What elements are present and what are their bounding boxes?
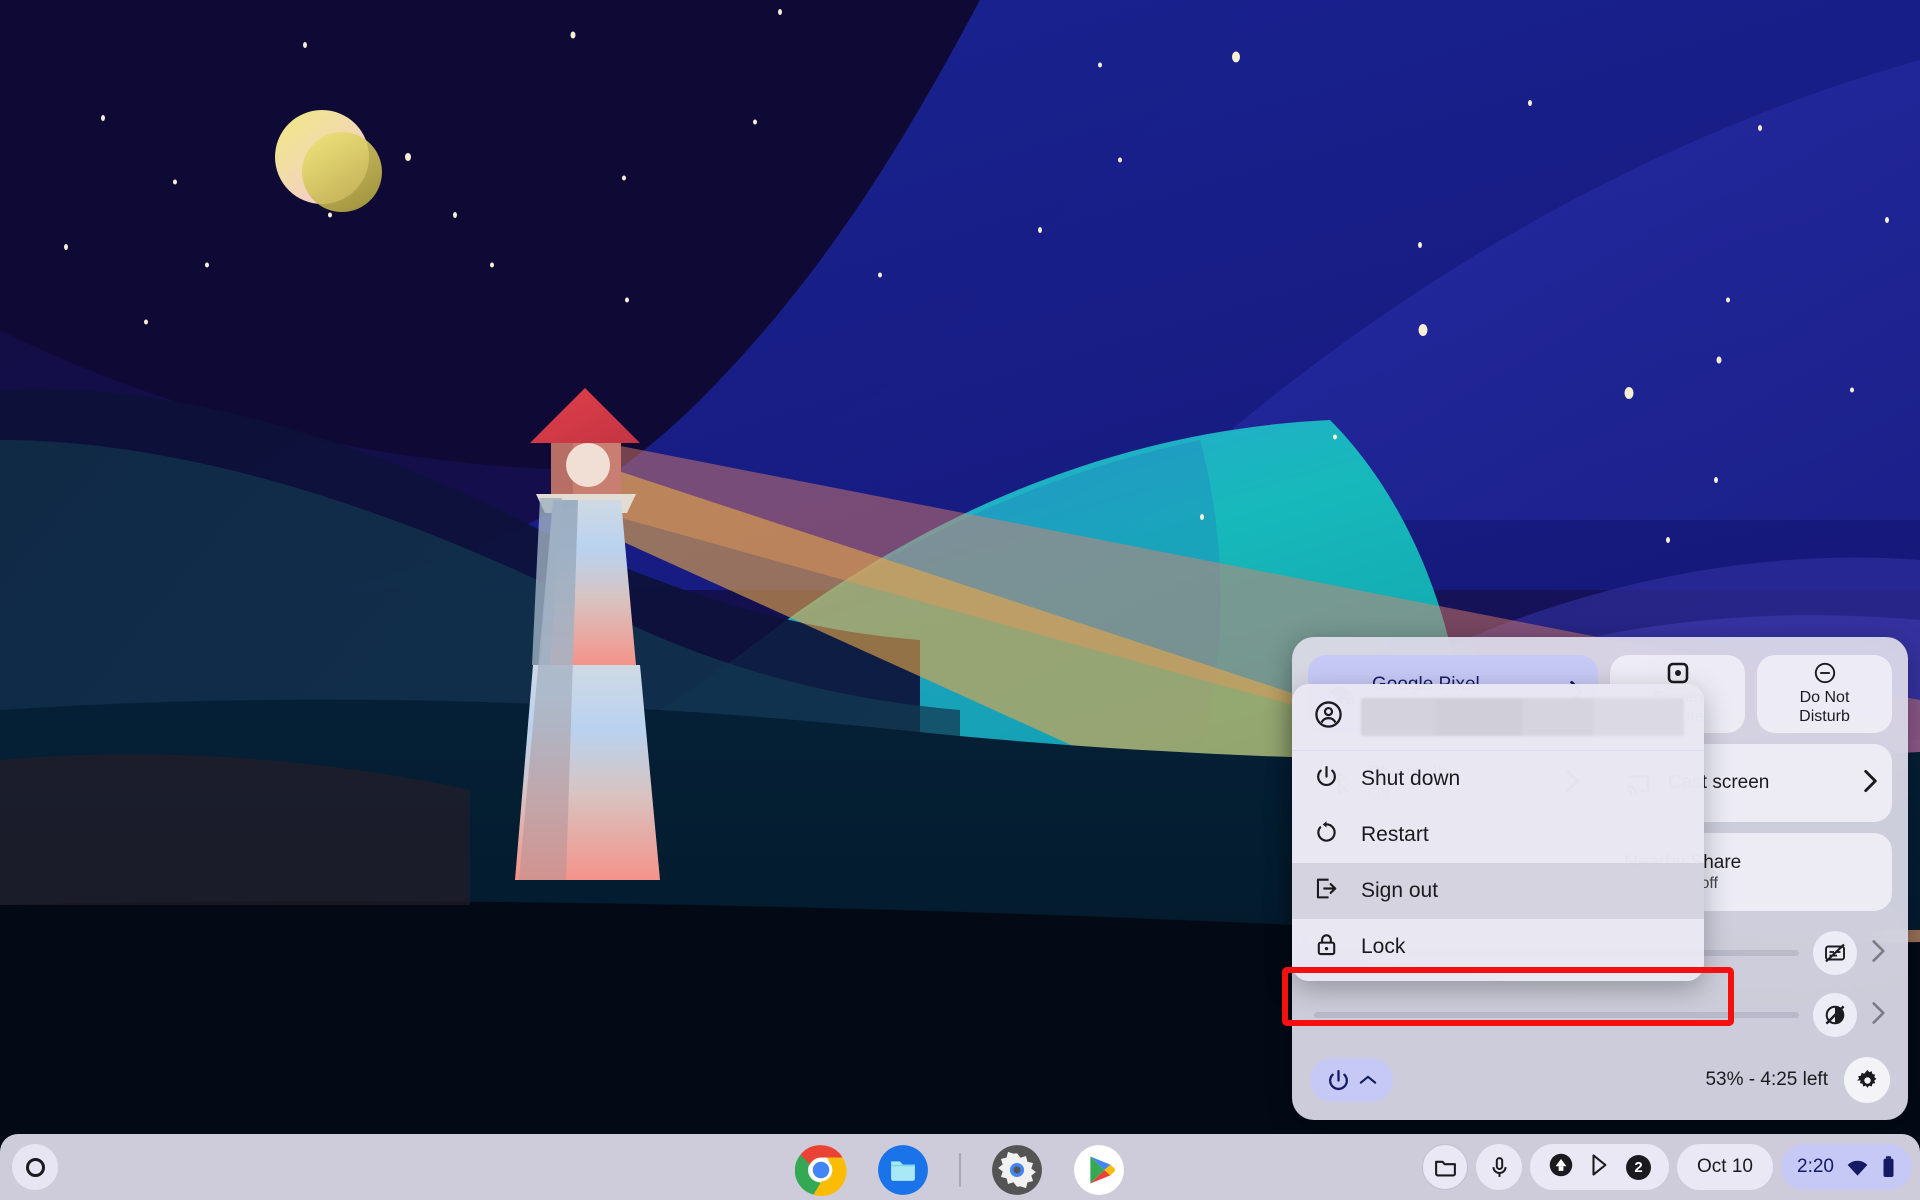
chevron-right-icon[interactable] xyxy=(1871,939,1886,968)
dnd-label-1: Do Not xyxy=(1799,689,1850,707)
power-menu[interactable]: Shut down Restart Sign out Lock xyxy=(1292,684,1704,981)
power-menu-button[interactable] xyxy=(1310,1058,1393,1102)
do-not-disturb-label: Do Not Disturb xyxy=(1799,689,1850,727)
dnd-label-2: Disturb xyxy=(1799,708,1850,725)
shelf-app-settings[interactable] xyxy=(991,1144,1043,1196)
shelf-app-strip xyxy=(794,1144,1125,1197)
shelf-app-chrome[interactable] xyxy=(794,1144,847,1197)
date-label: Oct 10 xyxy=(1697,1156,1754,1177)
shelf-divider xyxy=(959,1153,961,1187)
power-menu-label: Shut down xyxy=(1361,767,1461,790)
status-tray-button[interactable]: 2:20 xyxy=(1781,1144,1912,1190)
power-menu-user-row[interactable] xyxy=(1292,684,1704,750)
files-tray-button[interactable] xyxy=(1422,1144,1469,1190)
shelf-status-area: 2 Oct 10 2:20 xyxy=(1422,1144,1912,1190)
settings-gear-icon xyxy=(992,1145,1042,1195)
microphone-icon xyxy=(1492,1156,1507,1177)
power-menu-item-restart[interactable]: Restart xyxy=(1292,807,1704,863)
notification-tray[interactable]: 2 xyxy=(1530,1144,1670,1190)
screen-capture-icon xyxy=(1666,661,1690,685)
launcher-button[interactable] xyxy=(12,1144,58,1190)
chevron-right-icon[interactable] xyxy=(1871,1001,1886,1030)
dictation-button[interactable] xyxy=(1476,1144,1523,1190)
qs-footer: 53% - 4:25 left xyxy=(1308,1054,1892,1106)
shelf-app-play-store[interactable] xyxy=(1073,1144,1125,1196)
power-menu-label: Lock xyxy=(1361,935,1406,958)
user-name-redacted xyxy=(1361,698,1684,736)
shelf-app-files[interactable] xyxy=(877,1144,929,1196)
power-menu-item-shut-down[interactable]: Shut down xyxy=(1292,751,1704,807)
battery-icon xyxy=(1883,1156,1894,1177)
sign-out-icon xyxy=(1314,876,1339,907)
battery-status-text: 53% - 4:25 left xyxy=(1705,1069,1828,1090)
date-button[interactable]: Oct 10 xyxy=(1677,1144,1774,1190)
do-not-disturb-tile[interactable]: Do Not Disturb xyxy=(1757,655,1892,733)
chevron-right-icon[interactable] xyxy=(1863,769,1878,798)
night-light-slider-row[interactable] xyxy=(1308,984,1892,1046)
play-store-icon xyxy=(1074,1145,1124,1195)
lock-icon xyxy=(1314,932,1339,963)
subtitles-off-icon[interactable] xyxy=(1813,931,1857,975)
power-menu-item-sign-out[interactable]: Sign out xyxy=(1292,863,1704,919)
notification-count-badge[interactable]: 2 xyxy=(1626,1154,1652,1180)
night-light-off-icon[interactable] xyxy=(1813,993,1857,1037)
restart-icon xyxy=(1314,820,1339,851)
update-icon[interactable] xyxy=(1548,1152,1574,1183)
launcher-circle-icon xyxy=(25,1157,45,1177)
wifi-icon xyxy=(1847,1160,1868,1176)
power-menu-label: Restart xyxy=(1361,823,1429,846)
night-light-slider-track[interactable] xyxy=(1314,1012,1799,1018)
folder-icon xyxy=(1434,1160,1456,1176)
play-store-tray-icon[interactable] xyxy=(1587,1152,1613,1183)
gear-icon xyxy=(1856,1069,1876,1088)
files-icon xyxy=(878,1145,928,1195)
power-menu-item-lock[interactable]: Lock xyxy=(1292,919,1704,975)
chrome-icon xyxy=(794,1145,847,1197)
power-icon xyxy=(1329,1069,1348,1090)
do-not-disturb-icon xyxy=(1813,661,1837,685)
chevron-up-icon xyxy=(1359,1075,1377,1084)
shelf[interactable]: 2 Oct 10 2:20 xyxy=(0,1134,1920,1200)
account-circle-icon xyxy=(1314,700,1343,734)
power-menu-label: Sign out xyxy=(1361,879,1439,902)
power-icon xyxy=(1314,764,1339,795)
clock-label: 2:20 xyxy=(1797,1156,1834,1177)
settings-button[interactable] xyxy=(1844,1057,1890,1103)
